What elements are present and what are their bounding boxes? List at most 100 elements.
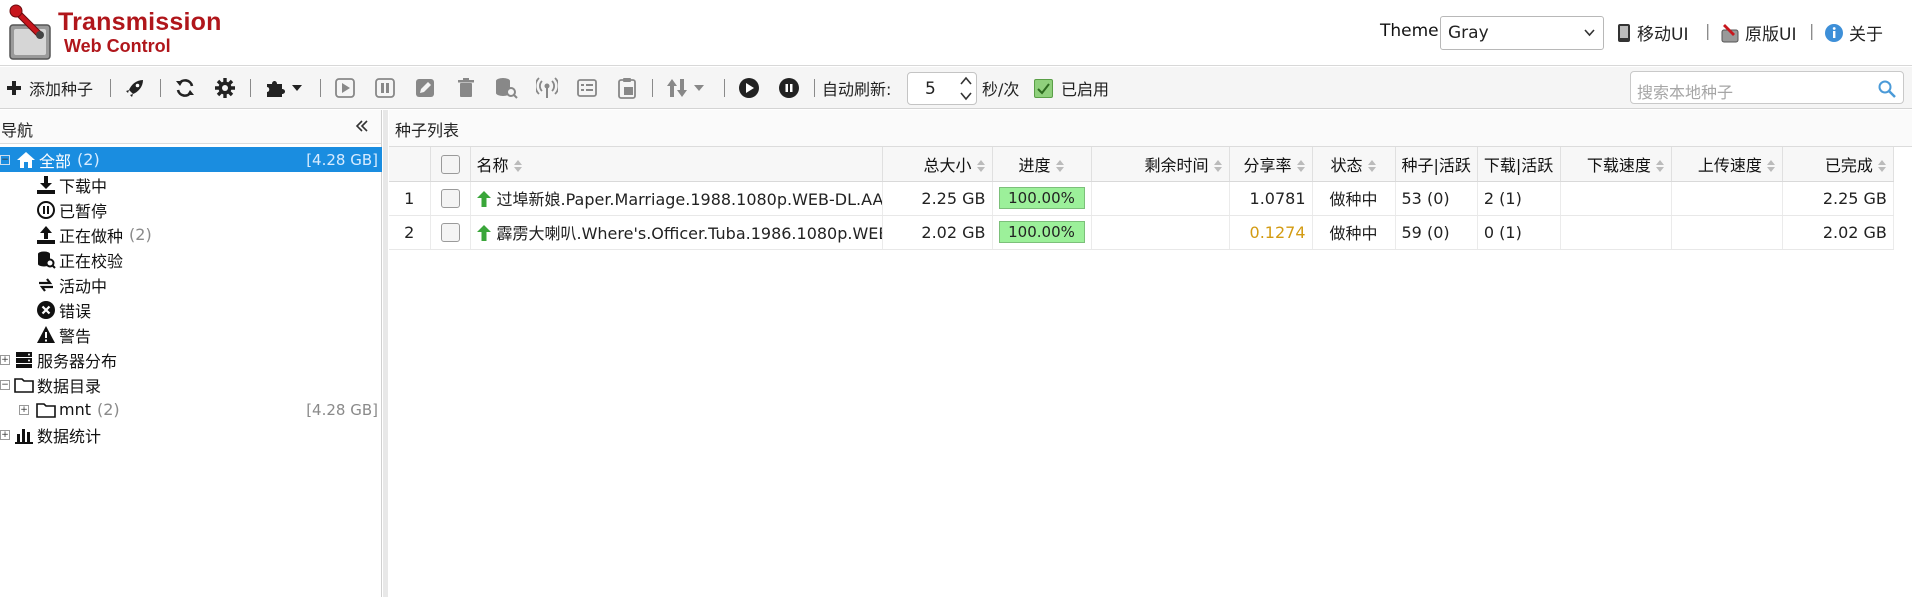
mobile-ui-link[interactable]: 移动UI xyxy=(1616,20,1688,45)
header-peers[interactable]: 下载|活跃 xyxy=(1477,147,1561,182)
torrent-progress: 100.00% xyxy=(992,181,1092,216)
header-ratio[interactable]: 分享率 xyxy=(1229,147,1313,182)
clipboard-icon xyxy=(618,78,636,99)
select-all-checkbox[interactable] xyxy=(440,154,460,174)
info-icon xyxy=(1825,23,1843,42)
refresh-unit-label: 秒/次 xyxy=(982,80,1020,99)
theme-select[interactable]: Gray xyxy=(1440,16,1604,50)
collapse-toggle[interactable]: − xyxy=(0,155,10,165)
rename-button[interactable] xyxy=(414,75,436,101)
refresh-interval-input[interactable]: 5 xyxy=(907,72,977,105)
sort-icon xyxy=(1213,160,1222,173)
caret-down-icon xyxy=(292,85,302,91)
spinner-up-icon[interactable] xyxy=(960,76,972,86)
auto-refresh-toggle[interactable]: 已启用 xyxy=(1034,75,1109,101)
nav-item-active[interactable]: 活动中 xyxy=(0,272,382,297)
header-name[interactable]: 名称 xyxy=(470,147,883,182)
broadcast-icon xyxy=(536,77,558,98)
start-all-button[interactable] xyxy=(124,75,146,101)
refresh-icon xyxy=(176,79,194,97)
plugins-button[interactable] xyxy=(264,75,304,101)
brand-subtitle: Web Control xyxy=(64,36,171,56)
header-size[interactable]: 总大小 xyxy=(882,147,993,182)
row-select[interactable] xyxy=(430,181,471,216)
expand-toggle[interactable]: + xyxy=(0,430,10,440)
header-select-all[interactable] xyxy=(430,147,471,182)
nav-item-mnt[interactable]: + mnt (2) [4.28 GB] xyxy=(0,397,382,422)
search-placeholder: 搜索本地种子 xyxy=(1637,83,1734,102)
nav-item-seeding[interactable]: 正在做种 (2) xyxy=(0,222,382,247)
gear-icon xyxy=(215,78,235,98)
home-icon xyxy=(16,150,36,170)
header-remaining[interactable]: 剩余时间 xyxy=(1091,147,1230,182)
copy-magnet-button[interactable] xyxy=(616,75,638,101)
nav-item-error[interactable]: 错误 xyxy=(0,297,382,322)
add-torrent-button[interactable]: 添加种子 xyxy=(6,75,93,101)
header-progress[interactable]: 进度 xyxy=(992,147,1092,182)
expand-toggle[interactable]: + xyxy=(19,405,29,415)
column-label: 分享率 xyxy=(1243,155,1292,175)
change-path-button[interactable] xyxy=(576,75,598,101)
table-row[interactable]: 1 过埠新娘.Paper.Marriage.1988.1080p.WEB-DL.… xyxy=(389,181,1894,216)
pause-button[interactable] xyxy=(374,75,396,101)
nav-item-label: 正在做种 xyxy=(59,226,124,246)
theme-label: Theme: xyxy=(1380,21,1445,41)
nav-item-checking[interactable]: 正在校验 xyxy=(0,247,382,272)
reannounce-button[interactable] xyxy=(536,75,558,101)
header-seeds[interactable]: 种子|活跃 xyxy=(1395,147,1478,182)
collapse-toggle[interactable]: − xyxy=(0,380,10,390)
nav-item-all[interactable]: − 全部 (2) [4.28 GB] xyxy=(0,147,382,172)
nav-item-data-dirs[interactable]: − 数据目录 xyxy=(0,372,382,397)
spinner-down-icon[interactable] xyxy=(960,91,972,101)
nav-item-count: (2) xyxy=(97,400,120,419)
sort-icon xyxy=(976,160,985,173)
nav-item-label: 正在校验 xyxy=(59,251,124,271)
torrent-upload-speed xyxy=(1671,215,1783,250)
about-link[interactable]: 关于 xyxy=(1824,20,1883,45)
header-upload-speed[interactable]: 上传速度 xyxy=(1671,147,1783,182)
column-label: 名称 xyxy=(476,155,509,175)
trash-icon xyxy=(458,78,474,97)
nav-item-count: (2) xyxy=(129,225,152,244)
torrent-name[interactable]: 霹雳大喇叭.Where's.Officer.Tuba.1986.1080p.WE… xyxy=(470,215,883,250)
nav-header: 导航 xyxy=(0,110,381,144)
table-row[interactable]: 2 霹雳大喇叭.Where's.Officer.Tuba.1986.1080p.… xyxy=(389,215,1894,250)
expand-toggle[interactable]: + xyxy=(0,355,10,365)
row-select[interactable] xyxy=(430,215,471,250)
about-label: 关于 xyxy=(1849,25,1883,45)
sort-button[interactable] xyxy=(666,75,706,101)
settings-button[interactable] xyxy=(214,75,236,101)
original-ui-link[interactable]: 原版UI xyxy=(1720,20,1796,45)
nav-item-servers[interactable]: + 服务器分布 xyxy=(0,347,382,372)
verify-button[interactable] xyxy=(494,75,518,101)
pause-all-torrents-button[interactable] xyxy=(778,75,800,101)
sort-icon xyxy=(1296,160,1305,173)
folder-icon xyxy=(36,400,56,420)
torrent-name[interactable]: 过埠新娘.Paper.Marriage.1988.1080p.WEB-DL.AA… xyxy=(470,181,883,216)
nav-title: 导航 xyxy=(1,121,34,140)
row-checkbox[interactable] xyxy=(440,223,460,242)
start-button[interactable] xyxy=(334,75,356,101)
remove-button[interactable] xyxy=(455,75,477,101)
refresh-button[interactable] xyxy=(174,75,196,101)
torrent-size: 2.25 GB xyxy=(882,181,993,216)
nav-item-warning[interactable]: 警告 xyxy=(0,322,382,347)
nav-item-label: 已暂停 xyxy=(59,201,108,221)
nav-item-downloading[interactable]: 下载中 xyxy=(0,172,382,197)
torrent-ratio: 0.1274 xyxy=(1229,215,1313,250)
header-status[interactable]: 状态 xyxy=(1312,147,1396,182)
torrent-remaining xyxy=(1091,181,1230,216)
sort-icon xyxy=(1055,160,1064,173)
nav-item-paused[interactable]: 已暂停 xyxy=(0,197,382,222)
row-checkbox[interactable] xyxy=(440,189,460,208)
header-completed[interactable]: 已完成 xyxy=(1782,147,1894,182)
column-label: 已完成 xyxy=(1824,155,1873,175)
header-download-speed[interactable]: 下载速度 xyxy=(1560,147,1672,182)
search-input[interactable]: 搜索本地种子 xyxy=(1630,71,1904,104)
nav-item-statistics[interactable]: + 数据统计 xyxy=(0,422,382,447)
start-all-torrents-button[interactable] xyxy=(738,75,760,101)
seeding-arrow-icon xyxy=(476,225,491,241)
enabled-checkbox[interactable] xyxy=(1034,78,1053,98)
collapse-icon[interactable] xyxy=(355,119,369,133)
panel-splitter[interactable] xyxy=(383,110,388,597)
